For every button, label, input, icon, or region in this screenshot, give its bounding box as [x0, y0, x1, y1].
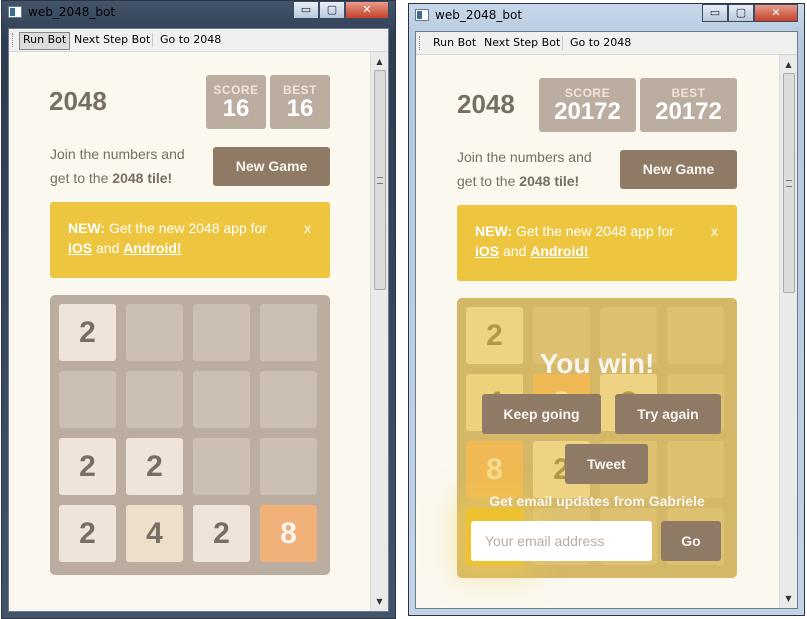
title-bar: web_2048_bot ▭ ▢ ✕: [2, 1, 395, 25]
scroll-up-arrow-icon[interactable]: ▲: [371, 54, 388, 69]
grid-cell: [193, 371, 250, 428]
vertical-scrollbar[interactable]: ▲ ▼: [779, 55, 797, 608]
run-bot-button[interactable]: Run Bot: [430, 35, 479, 51]
go-to-2048-button[interactable]: Go to 2048: [567, 35, 634, 51]
score-value: 20172: [554, 98, 621, 125]
tile-4: 4: [126, 505, 183, 562]
next-step-bot-button[interactable]: Next Step Bot: [481, 35, 563, 51]
email-prompt: Get email updates from Gabriele: [489, 493, 705, 509]
go-button[interactable]: Go: [661, 521, 721, 561]
window-title: web_2048_bot: [28, 5, 116, 19]
app-banner: NEW: Get the new 2048 app for iOS and An…: [50, 202, 330, 278]
grid-cell: [193, 304, 250, 361]
tile-8: 8: [260, 505, 317, 562]
score-box: SCORE 16: [206, 75, 266, 129]
app-icon: [415, 9, 429, 21]
game-page: 2048 SCORE 16 BEST 16 Join the numbers a…: [9, 52, 370, 611]
banner-text: NEW: Get the new 2048 app for iOS and An…: [68, 220, 267, 256]
try-again-button[interactable]: Try again: [615, 394, 721, 434]
scrollbar-thumb[interactable]: [374, 70, 386, 290]
grid-cell: [193, 438, 250, 495]
new-game-button[interactable]: New Game: [213, 147, 330, 186]
best-value: 20172: [655, 98, 722, 125]
scroll-down-arrow-icon[interactable]: ▼: [780, 591, 797, 606]
grid-cell: [59, 371, 116, 428]
ios-link[interactable]: iOS: [475, 243, 499, 259]
score-value: 16: [222, 95, 250, 122]
banner-close-button[interactable]: x: [304, 218, 311, 238]
scrollbar-thumb[interactable]: [783, 73, 795, 293]
intro-text: Join the numbers and get to the 2048 til…: [50, 142, 185, 190]
close-button[interactable]: ✕: [345, 1, 389, 19]
minimize-button[interactable]: ▭: [702, 4, 728, 22]
game-title: 2048: [457, 89, 515, 119]
ios-link[interactable]: iOS: [68, 240, 92, 256]
window-controls: ▭ ▢ ✕: [293, 1, 389, 20]
tile-2: 2: [59, 438, 116, 495]
intro-line-2: get to the 2048 tile!: [50, 170, 173, 186]
title-bar: web_2048_bot ▭ ▢ ✕: [409, 4, 804, 28]
toolbar-separator: [152, 33, 153, 47]
win-overlay: You win! Keep going Try again Tweet Get emai…: [457, 298, 737, 578]
android-link[interactable]: Android!: [123, 240, 181, 256]
game-title: 2048: [49, 86, 107, 116]
grid-cell: [260, 371, 317, 428]
vertical-scrollbar[interactable]: ▲ ▼: [370, 52, 388, 611]
new-game-button[interactable]: New Game: [620, 150, 737, 189]
intro-line-1: Join the numbers and: [457, 149, 592, 165]
email-input[interactable]: [471, 521, 652, 561]
window-controls: ▭ ▢ ✕: [702, 4, 798, 23]
tile-2: 2: [193, 505, 250, 562]
app-window-left: web_2048_bot ▭ ▢ ✕ Run Bot Next Step Bot…: [1, 0, 396, 619]
app-window-right: web_2048_bot ▭ ▢ ✕ Run Bot Next Step Bot…: [408, 3, 805, 616]
score-box: SCORE 20172: [539, 78, 636, 132]
win-message: You win!: [539, 348, 655, 379]
next-step-bot-button[interactable]: Next Step Bot: [71, 32, 153, 48]
maximize-button[interactable]: ▢: [728, 4, 754, 22]
game-page: 2048 SCORE 20172 BEST 20172 Join the num…: [416, 55, 779, 608]
tile-2: 2: [59, 304, 116, 361]
grid-cell: [126, 371, 183, 428]
toolbar: Run Bot Next Step Bot Go to 2048: [416, 32, 797, 55]
client-area: Run Bot Next Step Bot Go to 2048 2048 SC…: [415, 31, 798, 609]
run-bot-button[interactable]: Run Bot: [19, 32, 71, 50]
close-button[interactable]: ✕: [754, 4, 798, 22]
banner-text: NEW: Get the new 2048 app for iOS and An…: [475, 223, 674, 259]
intro-line-1: Join the numbers and: [50, 146, 185, 162]
app-icon: [8, 6, 22, 18]
best-box: BEST 20172: [640, 78, 737, 132]
toolbar: Run Bot Next Step Bot Go to 2048: [9, 29, 388, 52]
game-board: 248282You win!Keep goingTry againTweetGe…: [457, 298, 737, 578]
tile-2: 2: [126, 438, 183, 495]
keep-going-button[interactable]: Keep going: [482, 394, 601, 434]
scroll-up-arrow-icon[interactable]: ▲: [780, 57, 797, 72]
maximize-button[interactable]: ▢: [319, 1, 345, 19]
grid-cell: [260, 438, 317, 495]
window-title: web_2048_bot: [435, 8, 523, 22]
tile-2: 2: [59, 505, 116, 562]
tweet-button[interactable]: Tweet: [565, 444, 648, 484]
game-board: 2222428: [50, 295, 330, 575]
banner-close-button[interactable]: x: [711, 221, 718, 241]
grid-cell: [260, 304, 317, 361]
toolbar-grip-icon: [419, 36, 423, 50]
minimize-button[interactable]: ▭: [293, 1, 319, 19]
scroll-down-arrow-icon[interactable]: ▼: [371, 594, 388, 609]
client-area: Run Bot Next Step Bot Go to 2048 2048 SC…: [8, 28, 389, 612]
toolbar-grip-icon: [12, 33, 16, 47]
go-to-2048-button[interactable]: Go to 2048: [157, 32, 224, 48]
grid-cell: [126, 304, 183, 361]
android-link[interactable]: Android!: [530, 243, 588, 259]
best-value: 16: [286, 95, 314, 122]
intro-text: Join the numbers and get to the 2048 til…: [457, 145, 592, 193]
toolbar-separator: [562, 36, 563, 50]
app-banner: NEW: Get the new 2048 app for iOS and An…: [457, 205, 737, 281]
best-box: BEST 16: [270, 75, 330, 129]
intro-line-2: get to the 2048 tile!: [457, 173, 580, 189]
